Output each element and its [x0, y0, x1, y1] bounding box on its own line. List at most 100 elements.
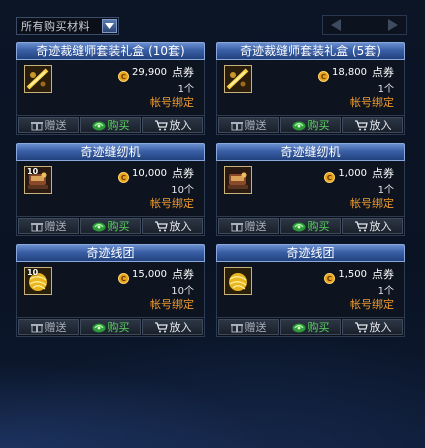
- gift-button[interactable]: 赠送: [18, 117, 79, 133]
- cart-label: 放入: [369, 220, 392, 233]
- price-value: 1,000: [338, 167, 367, 179]
- cart-label: 放入: [169, 321, 192, 334]
- gift-box-icon[interactable]: [24, 65, 52, 93]
- buy-icon: [292, 221, 306, 232]
- buy-icon: [92, 120, 106, 131]
- buy-button[interactable]: 购买: [80, 117, 141, 133]
- cart-icon: [154, 321, 168, 333]
- item-quantity: 10个: [171, 185, 194, 196]
- item-title: 奇迹缝纫机: [216, 143, 405, 161]
- add-to-cart-button[interactable]: 放入: [342, 218, 403, 234]
- gift-icon: [230, 119, 243, 131]
- svg-text:C: C: [121, 174, 126, 182]
- coupon-coin-icon: C: [324, 269, 336, 284]
- buy-label: 购买: [307, 220, 330, 233]
- buy-button[interactable]: 购买: [280, 117, 341, 133]
- buy-label: 购买: [307, 321, 330, 334]
- binding-label: 帐号绑定: [150, 197, 194, 210]
- binding-label: 帐号绑定: [150, 298, 194, 311]
- buy-icon: [292, 120, 306, 131]
- buy-icon: [92, 322, 106, 333]
- material-filter-dropdown[interactable]: 所有购买材料: [16, 17, 119, 35]
- coupon-coin-icon: C: [118, 168, 129, 183]
- item-title: 奇迹线团: [16, 244, 205, 262]
- gift-icon: [230, 220, 243, 232]
- svg-text:C: C: [327, 275, 332, 283]
- prev-page-icon[interactable]: [328, 18, 344, 32]
- yarn-ball-icon[interactable]: [224, 267, 252, 295]
- add-to-cart-button[interactable]: 放入: [142, 319, 203, 335]
- item-quantity: 1个: [177, 84, 194, 95]
- buy-label: 购买: [107, 119, 130, 132]
- coupon-coin-icon: C: [324, 168, 336, 183]
- svg-text:C: C: [321, 73, 326, 81]
- gift-button[interactable]: 赠送: [218, 319, 279, 335]
- item-title: 奇迹裁缝师套装礼盒 (5套): [216, 42, 405, 60]
- add-to-cart-button[interactable]: 放入: [342, 117, 403, 133]
- gift-button[interactable]: 赠送: [18, 218, 79, 234]
- item-body: 10 C 10,000 点券 10个 帐号绑定: [16, 161, 205, 216]
- price-value: 29,900: [132, 66, 167, 78]
- yarn-ball-icon[interactable]: 10: [24, 267, 52, 295]
- chevron-down-icon[interactable]: [102, 19, 117, 33]
- svg-text:C: C: [121, 73, 126, 81]
- price-unit: 点券: [172, 167, 194, 180]
- price-unit: 点券: [372, 268, 394, 281]
- item-price: C 1,000 点券: [324, 166, 394, 183]
- coupon-coin-icon: C: [118, 269, 129, 284]
- price-value: 1,500: [338, 268, 367, 280]
- item-stack-count: 10: [27, 167, 39, 176]
- item-actions: 赠送 购买 放入: [16, 317, 205, 337]
- item-title: 奇迹线团: [216, 244, 405, 262]
- gift-button[interactable]: 赠送: [218, 117, 279, 133]
- gift-icon: [30, 220, 43, 232]
- buy-button[interactable]: 购买: [80, 218, 141, 234]
- item-card: 奇迹线团 C 1,500 点券 1个 帐号绑定 赠送 购买 放入: [216, 244, 405, 337]
- sewing-machine-icon[interactable]: [224, 166, 252, 194]
- gift-label: 赠送: [44, 119, 67, 132]
- item-actions: 赠送 购买 放入: [216, 216, 405, 236]
- item-card: 奇迹线团 10 C 15,000 点券 10个 帐号绑定 赠送 购买 放入: [16, 244, 205, 337]
- binding-label: 帐号绑定: [150, 96, 194, 109]
- gift-icon: [30, 321, 43, 333]
- sewing-machine-icon[interactable]: 10: [24, 166, 52, 194]
- item-actions: 赠送 购买 放入: [16, 216, 205, 236]
- item-price: C 29,900 点券: [118, 65, 194, 82]
- gift-icon: [230, 321, 243, 333]
- cart-label: 放入: [169, 220, 192, 233]
- cart-label: 放入: [169, 119, 192, 132]
- item-title: 奇迹裁缝师套装礼盒 (10套): [16, 42, 205, 60]
- gift-label: 赠送: [244, 119, 267, 132]
- gift-button[interactable]: 赠送: [18, 319, 79, 335]
- binding-label: 帐号绑定: [350, 298, 394, 311]
- gift-label: 赠送: [44, 220, 67, 233]
- page-navigator: [322, 15, 407, 35]
- price-value: 15,000: [132, 268, 167, 280]
- item-body: 10 C 15,000 点券 10个 帐号绑定: [16, 262, 205, 317]
- buy-button[interactable]: 购买: [280, 218, 341, 234]
- svg-text:C: C: [121, 275, 126, 283]
- add-to-cart-button[interactable]: 放入: [142, 218, 203, 234]
- gift-label: 赠送: [244, 321, 267, 334]
- gift-box-icon[interactable]: [224, 65, 252, 93]
- next-page-icon[interactable]: [385, 18, 401, 32]
- item-actions: 赠送 购买 放入: [16, 115, 205, 135]
- add-to-cart-button[interactable]: 放入: [342, 319, 403, 335]
- cart-label: 放入: [369, 119, 392, 132]
- binding-label: 帐号绑定: [350, 197, 394, 210]
- item-price: C 1,500 点券: [324, 267, 394, 284]
- buy-icon: [92, 221, 106, 232]
- item-quantity: 1个: [377, 84, 394, 95]
- gift-icon: [30, 119, 43, 131]
- price-unit: 点券: [372, 66, 394, 79]
- filter-label: 所有购买材料: [21, 20, 90, 33]
- item-stack-count: 10: [27, 268, 39, 277]
- buy-button[interactable]: 购买: [80, 319, 141, 335]
- add-to-cart-button[interactable]: 放入: [142, 117, 203, 133]
- buy-button[interactable]: 购买: [280, 319, 341, 335]
- buy-label: 购买: [107, 321, 130, 334]
- item-body: C 1,000 点券 1个 帐号绑定: [216, 161, 405, 216]
- price-value: 18,800: [332, 66, 367, 78]
- item-quantity: 1个: [377, 185, 394, 196]
- gift-button[interactable]: 赠送: [218, 218, 279, 234]
